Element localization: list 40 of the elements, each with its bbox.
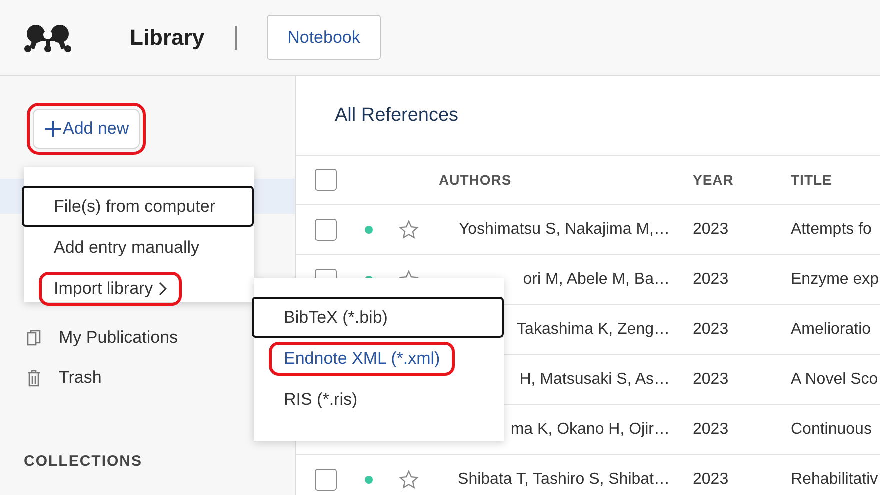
- list-title: All References: [296, 76, 880, 156]
- authors-cell: Shibata T, Tashiro S, Shibat…: [458, 470, 670, 488]
- title-cell: Rehabilitativ: [791, 470, 878, 488]
- column-header[interactable]: TITLE: [791, 172, 832, 188]
- authors-cell: H, Matsusaki S, As…: [520, 370, 670, 388]
- select-all-checkbox[interactable]: [315, 169, 337, 191]
- menu-item[interactable]: Import library: [39, 272, 182, 306]
- app-logo[interactable]: [24, 22, 72, 52]
- column-header[interactable]: AUTHORS: [439, 172, 512, 188]
- row-checkbox[interactable]: [315, 218, 337, 240]
- authors-cell: ma K, Okano H, Ojir…: [510, 420, 670, 438]
- title-cell: Continuous: [791, 420, 872, 438]
- year-cell: 2023: [693, 320, 729, 338]
- title-cell: Amelioratio: [791, 320, 872, 338]
- title-cell: A Novel Sco: [791, 370, 878, 388]
- section-heading: COLLECTIONS: [24, 453, 144, 470]
- authors-cell: ori M, Abele M, Ba…: [523, 270, 670, 288]
- year-cell: 2023: [693, 470, 729, 488]
- title-cell: Enzyme exp: [791, 270, 880, 288]
- star-icon[interactable]: [399, 220, 419, 240]
- notebook-button[interactable]: Notebook: [266, 15, 382, 60]
- star-icon[interactable]: [399, 470, 419, 490]
- sidebar-item[interactable]: My Publications: [59, 328, 178, 348]
- year-cell: 2023: [693, 220, 729, 238]
- year-cell: 2023: [693, 270, 729, 288]
- trash-icon: [27, 369, 41, 387]
- menu-item[interactable]: Add entry manually: [39, 230, 215, 264]
- sidebar-item[interactable]: Trash: [59, 368, 102, 388]
- column-header[interactable]: YEAR: [693, 172, 734, 188]
- year-cell: 2023: [693, 370, 729, 388]
- menu-item[interactable]: Endnote XML (*.xml): [269, 342, 456, 376]
- authors-cell: Takashima K, Zeng…: [517, 320, 670, 338]
- authors-cell: Yoshimatsu S, Nakajima M,…: [458, 220, 670, 238]
- plus-icon: [44, 120, 62, 138]
- year-cell: 2023: [693, 420, 729, 438]
- title-cell: Attempts fo: [791, 220, 872, 238]
- documents-icon: [27, 330, 41, 346]
- menu-item[interactable]: RIS (*.ris): [269, 382, 373, 416]
- row-checkbox[interactable]: [315, 468, 337, 490]
- page-title: Library: [130, 24, 205, 50]
